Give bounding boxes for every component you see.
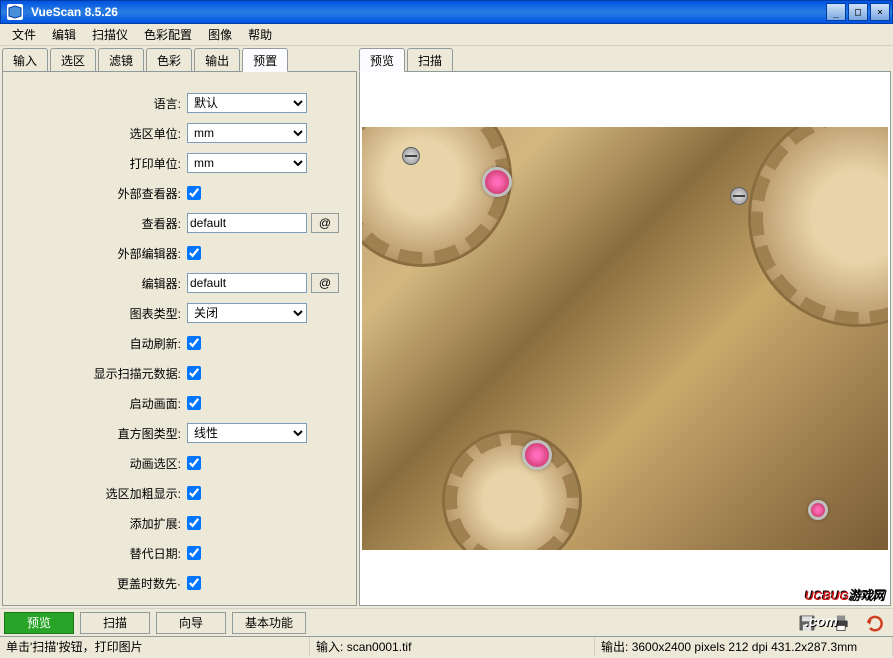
- editor-browse-button[interactable]: @: [311, 273, 339, 293]
- crop-units-label: 选区单位:: [7, 125, 187, 142]
- histogram-type-label: 直方图类型:: [7, 425, 187, 442]
- print-icon[interactable]: [829, 611, 853, 635]
- print-units-label: 打印单位:: [7, 155, 187, 172]
- scan-button[interactable]: 扫描: [80, 612, 150, 634]
- viewer-label: 查看器:: [7, 215, 187, 232]
- editor-input[interactable]: [187, 273, 307, 293]
- right-tabs: 预览 扫描: [359, 48, 891, 72]
- language-select[interactable]: 默认: [187, 93, 307, 113]
- preview-image: [362, 127, 888, 550]
- statusbar: 单击'扫描'按钮，打印图片 输入: scan0001.tif 输出: 3600x…: [0, 636, 893, 656]
- substitute-date-label: 替代日期:: [7, 545, 187, 562]
- app-icon: [7, 4, 23, 20]
- menu-color-config[interactable]: 色彩配置: [136, 24, 200, 45]
- language-label: 语言:: [7, 95, 187, 112]
- add-ext-checkbox[interactable]: [187, 516, 201, 530]
- menu-scanner[interactable]: 扫描仪: [84, 24, 136, 45]
- minimize-button[interactable]: _: [826, 3, 846, 21]
- menu-image[interactable]: 图像: [200, 24, 240, 45]
- more-checkbox[interactable]: [187, 576, 201, 590]
- basic-button[interactable]: 基本功能: [232, 612, 306, 634]
- viewer-input[interactable]: [187, 213, 307, 233]
- tab-prefs[interactable]: 预置: [242, 48, 288, 72]
- show-metadata-checkbox[interactable]: [187, 366, 201, 380]
- graph-type-label: 图表类型:: [7, 305, 187, 322]
- right-pane: 预览 扫描: [359, 48, 891, 606]
- left-pane: 输入 选区 滤镜 色彩 输出 预置 语言: 默认 选区单位: mm 打印单位: …: [2, 48, 357, 606]
- substitute-date-checkbox[interactable]: [187, 546, 201, 560]
- maximize-button[interactable]: □: [848, 3, 868, 21]
- menu-edit[interactable]: 编辑: [44, 24, 84, 45]
- tab-preview[interactable]: 预览: [359, 48, 405, 72]
- print-units-select[interactable]: mm: [187, 153, 307, 173]
- show-metadata-label: 显示扫描元数据:: [7, 365, 187, 382]
- add-ext-label: 添加扩展:: [7, 515, 187, 532]
- status-input: 输入: scan0001.tif: [310, 637, 595, 656]
- tab-color[interactable]: 色彩: [146, 48, 192, 71]
- close-button[interactable]: ×: [870, 3, 890, 21]
- tab-scan[interactable]: 扫描: [407, 48, 453, 71]
- menubar: 文件 编辑 扫描仪 色彩配置 图像 帮助: [0, 24, 893, 46]
- splash-screen-checkbox[interactable]: [187, 396, 201, 410]
- splash-screen-label: 启动画面:: [7, 395, 187, 412]
- external-viewer-label: 外部查看器:: [7, 185, 187, 202]
- crop-units-select[interactable]: mm: [187, 123, 307, 143]
- menu-file[interactable]: 文件: [4, 24, 44, 45]
- viewer-browse-button[interactable]: @: [311, 213, 339, 233]
- tab-output[interactable]: 输出: [194, 48, 240, 71]
- guide-button[interactable]: 向导: [156, 612, 226, 634]
- status-output: 输出: 3600x2400 pixels 212 dpi 431.2x287.3…: [595, 637, 893, 656]
- external-editor-label: 外部编辑器:: [7, 245, 187, 262]
- left-tabs: 输入 选区 滤镜 色彩 输出 预置: [2, 48, 357, 72]
- preview-area[interactable]: [359, 72, 891, 606]
- more-label: 更盖时数先·: [7, 575, 187, 592]
- window-title: VueScan 8.5.26: [27, 5, 826, 19]
- graph-type-select[interactable]: 关闭: [187, 303, 307, 323]
- thick-crop-checkbox[interactable]: [187, 486, 201, 500]
- tab-crop[interactable]: 选区: [50, 48, 96, 71]
- menu-help[interactable]: 帮助: [240, 24, 280, 45]
- auto-refresh-checkbox[interactable]: [187, 336, 201, 350]
- preview-button[interactable]: 预览: [4, 612, 74, 634]
- save-icon[interactable]: [795, 611, 819, 635]
- animate-crop-label: 动画选区:: [7, 455, 187, 472]
- prefs-scroll[interactable]: 语言: 默认 选区单位: mm 打印单位: mm 外部查看器: 查看器:: [3, 72, 356, 605]
- external-editor-checkbox[interactable]: [187, 246, 201, 260]
- editor-label: 编辑器:: [7, 275, 187, 292]
- status-hint: 单击'扫描'按钮，打印图片: [0, 637, 310, 656]
- external-viewer-checkbox[interactable]: [187, 186, 201, 200]
- animate-crop-checkbox[interactable]: [187, 456, 201, 470]
- tab-filter[interactable]: 滤镜: [98, 48, 144, 71]
- titlebar: VueScan 8.5.26 _ □ ×: [0, 0, 893, 24]
- tab-input[interactable]: 输入: [2, 48, 48, 71]
- histogram-type-select[interactable]: 线性: [187, 423, 307, 443]
- repeat-icon[interactable]: [863, 611, 887, 635]
- bottombar: 预览 扫描 向导 基本功能: [0, 608, 893, 636]
- auto-refresh-label: 自动刷新:: [7, 335, 187, 352]
- thick-crop-label: 选区加粗显示:: [7, 485, 187, 502]
